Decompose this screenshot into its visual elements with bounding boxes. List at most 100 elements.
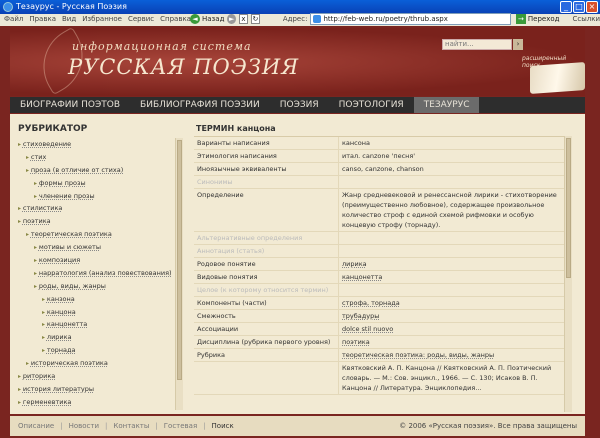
term-row: Квятковский А. П. Канцона // Квятковский…	[194, 362, 564, 395]
term-row-value	[339, 284, 564, 296]
nav-tab[interactable]: БИБЛИОГРАФИЯ ПОЭЗИИ	[130, 97, 270, 113]
rubricator-item[interactable]: нарратология (анализ повествования)	[18, 267, 184, 280]
term-row-key: Иноязычные эквиваленты	[194, 163, 339, 175]
rubricator-item-label: композиция	[38, 256, 81, 265]
address-field[interactable]: http://feb-web.ru/poetry/thrub.aspx	[310, 13, 511, 25]
back-button[interactable]: ◄ Назад	[190, 14, 224, 24]
term-row-value[interactable]: строфа, торнада	[339, 297, 564, 309]
term-row: Определение Жанр средневековой и ренессан…	[194, 189, 564, 232]
footer-links: Описание | Новости | Контакты | Гостевая | Поиск	[18, 416, 234, 436]
rubricator-item[interactable]: историческая поэтика	[18, 357, 184, 370]
term-scroll-thumb[interactable]	[566, 138, 571, 278]
term-row: Смежность трубадуры	[194, 310, 564, 323]
nav-tab[interactable]: ТЕЗАУРУС	[413, 97, 480, 113]
term-row-value[interactable]: dolce stil nuovo	[339, 323, 564, 335]
refresh-icon[interactable]: ↻	[250, 14, 260, 24]
term-title: ТЕРМИН канцона	[196, 124, 276, 133]
rubricator-item-label: роды, виды, жанры	[38, 281, 106, 290]
stop-icon[interactable]: x	[239, 14, 248, 24]
rubricator-item[interactable]: теоретическая поэтика	[18, 228, 184, 241]
term-row-key: Аннотация (статья)	[194, 245, 339, 257]
term-row-value-text: dolce stil nuovo	[342, 325, 394, 333]
rubricator-item[interactable]: торнада	[18, 344, 184, 357]
rubricator-item[interactable]: стих	[18, 151, 184, 164]
rubricator-scrollbar[interactable]	[175, 138, 183, 410]
term-row-value[interactable]: поэтика	[339, 336, 564, 348]
menu-item[interactable]: Вид	[62, 14, 76, 25]
term-table: Варианты написания кансона Этимология напи…	[194, 136, 564, 412]
menu-item[interactable]: Справка	[160, 14, 191, 25]
go-label: Переход	[527, 15, 560, 23]
nav-tab[interactable]: БИОГРАФИИ ПОЭТОВ	[10, 97, 130, 113]
rubricator-item[interactable]: композиция	[18, 254, 184, 267]
term-row-key: Определение	[194, 189, 339, 231]
term-row: Родовое понятие лирика	[194, 258, 564, 271]
nav-tab[interactable]: ПОЭТОЛОГИЯ	[329, 97, 414, 113]
browser-toolbar: ◄ Назад ► x ↻ Адрес: http://feb-web.ru/p…	[190, 12, 600, 26]
site-header: информационная система РУССКАЯ ПОЭЗИЯ на…	[10, 28, 585, 96]
rubricator-item-label: риторика	[22, 372, 56, 381]
term-row-key: Альтернативные определения	[194, 232, 339, 244]
rubricator-item[interactable]: риторика	[18, 370, 184, 383]
site-search-input[interactable]: найти...	[442, 39, 512, 50]
footer-link[interactable]: Поиск	[212, 416, 234, 436]
rubricator-item[interactable]: стилистика	[18, 202, 184, 215]
term-row: Иноязычные эквиваленты canso, canzone, ch…	[194, 163, 564, 176]
term-row-key: Компоненты (части)	[194, 297, 339, 309]
term-row-value-text: трубадуры	[342, 312, 380, 320]
rubricator-item[interactable]: канцона	[18, 306, 184, 319]
term-row: Видовые понятия канцонетта	[194, 271, 564, 284]
footer-link[interactable]: Описание	[18, 416, 54, 436]
term-row-value[interactable]: теоретическая поэтика: роды, виды, жанры	[339, 349, 564, 361]
menu-item[interactable]: Избранное	[82, 14, 122, 25]
rubricator-item-label: историческая поэтика	[30, 359, 108, 368]
rubricator-item[interactable]: канзона	[18, 293, 184, 306]
term-scrollbar[interactable]	[564, 136, 572, 412]
nav-tab[interactable]: ПОЭЗИЯ	[270, 97, 329, 113]
rubricator-item[interactable]: канцонетта	[18, 318, 184, 331]
logo-title[interactable]: РУССКАЯ ПОЭЗИЯ	[68, 55, 299, 79]
term-row-value-text: canso, canzone, chanson	[342, 165, 424, 173]
term-row-key: Синонимы	[194, 176, 339, 188]
term-row-value[interactable]: трубадуры	[339, 310, 564, 322]
rubricator-item-label: членение прозы	[38, 191, 95, 200]
search-go-icon[interactable]: ›	[513, 39, 523, 50]
address-label: Адрес:	[282, 15, 308, 23]
rubricator-item[interactable]: мотивы и сюжеты	[18, 241, 184, 254]
footer-link[interactable]: Контакты	[113, 416, 149, 436]
term-row-value: canso, canzone, chanson	[339, 163, 564, 175]
footer-link[interactable]: Новости	[69, 416, 99, 436]
rubricator-item[interactable]: членение прозы	[18, 190, 184, 203]
rubricator-item[interactable]: формы прозы	[18, 177, 184, 190]
go-button[interactable]: → Переход	[515, 14, 560, 24]
term-row: Рубрика теоретическая поэтика: роды, виды…	[194, 349, 564, 362]
term-row: Синонимы	[194, 176, 564, 189]
rubricator-scroll-thumb[interactable]	[177, 140, 182, 380]
rubricator-item[interactable]: стиховедение	[18, 138, 184, 151]
content-area: РУБРИКАТОР стиховедение стих проза (в отли…	[10, 114, 585, 414]
term-row-value[interactable]: лирика	[339, 258, 564, 270]
rubricator-item[interactable]: проза (в отличие от стиха)	[18, 164, 184, 177]
term-row-value	[339, 245, 564, 257]
forward-arrow-icon[interactable]: ►	[227, 14, 237, 24]
rubricator-item[interactable]: лирика	[18, 331, 184, 344]
page-favicon-icon	[313, 15, 322, 23]
term-row-value-text: теоретическая поэтика: роды, виды, жанры	[342, 351, 495, 359]
term-row-key: Этимология написания	[194, 150, 339, 162]
rubricator-item-label: формы прозы	[38, 178, 86, 187]
term-row-value: кансона	[339, 137, 564, 149]
links-menu[interactable]: Ссылки	[572, 15, 600, 23]
menu-item[interactable]: Файл	[4, 14, 23, 25]
menu-item[interactable]: Правка	[29, 14, 56, 25]
rubricator-item[interactable]: роды, виды, жанры	[18, 280, 184, 293]
rubricator-item[interactable]: герменевтика	[18, 396, 184, 409]
footer-separator: |	[105, 422, 108, 430]
rubricator-item[interactable]: поэтика	[18, 215, 184, 228]
rubricator-item[interactable]: теоретические школы и направления	[18, 409, 184, 410]
term-row-key: Варианты написания	[194, 137, 339, 149]
term-row-value-text: строфа, торнада	[342, 299, 400, 307]
menu-item[interactable]: Сервис	[128, 14, 154, 25]
footer-link[interactable]: Гостевая	[164, 416, 197, 436]
term-row-value[interactable]: канцонетта	[339, 271, 564, 283]
rubricator-item[interactable]: история литературы	[18, 383, 184, 396]
